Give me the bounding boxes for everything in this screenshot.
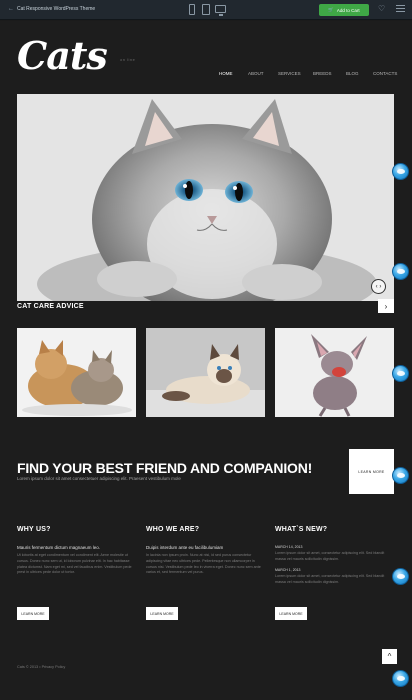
cart-icon: 🛒	[328, 7, 334, 12]
news-item[interactable]: MARCH 1, 2013 Lorem ipsum dolor sit amet…	[275, 568, 395, 585]
news-text: Lorem ipsum dolor sit amet, consectetur …	[275, 574, 385, 584]
who-we-are-column: WHO WE ARE? Duipis interdum ante eu faci…	[146, 526, 266, 620]
tablet-icon[interactable]	[202, 4, 210, 15]
preview-toolbar: ← Cat Responsive WordPress Theme 🛒 Add t…	[0, 0, 412, 20]
theme-title-text: Cat Responsive WordPress Theme	[17, 6, 96, 12]
chat-bubble-icon[interactable]	[390, 263, 410, 281]
cat-thumb-3[interactable]	[275, 328, 394, 417]
add-to-cart-button[interactable]: 🛒 Add to Cart	[319, 4, 369, 16]
theme-title[interactable]: ← Cat Responsive WordPress Theme	[8, 6, 95, 12]
news-date: MARCH 1, 2013	[275, 568, 301, 573]
chat-bubble-icon[interactable]	[390, 568, 410, 586]
slider-arrows-label: ‹ ›	[375, 283, 382, 290]
site-tagline: on line	[120, 57, 136, 62]
who-we-are-title: WHO WE ARE?	[146, 526, 200, 533]
promo-title: FIND YOUR BEST FRIEND AND COMPANION!	[17, 460, 313, 476]
back-to-top-button[interactable]: ^	[382, 649, 397, 664]
site-logo[interactable]: Cats	[17, 33, 108, 78]
why-us-lead: Mauris fermentum dictum magnaeum leo.	[17, 545, 101, 550]
advice-next-button[interactable]: ›	[378, 299, 394, 313]
chat-bubble-icon[interactable]	[390, 365, 410, 383]
chat-bubble-icon[interactable]	[390, 163, 410, 181]
who-we-are-lead: Duipis interdum ante eu facilibulumiam	[146, 545, 224, 550]
heart-icon[interactable]: ♡	[378, 4, 385, 13]
why-us-column: WHY US? Mauris fermentum dictum magnaeum…	[17, 526, 137, 620]
nav-about[interactable]: ABOUT	[248, 71, 264, 76]
who-we-are-body: In lacinia non ipsum proin. Nunc at nisi…	[146, 553, 261, 575]
whats-new-title: WHAT`S NEW?	[275, 526, 328, 533]
whats-new-column: WHAT`S NEW? MARCH 14, 2013 Lorem ipsum d…	[275, 526, 395, 620]
cat-thumb-2[interactable]	[146, 328, 265, 417]
news-text: Lorem ipsum dolor sit amet, consectetur …	[275, 551, 385, 561]
nav-blog[interactable]: BLOG	[346, 71, 359, 76]
nav-breeds[interactable]: BREEDS	[313, 71, 332, 76]
why-us-learn-more-button[interactable]: LEARN MORE	[17, 607, 49, 620]
nav-services[interactable]: SERVICES	[278, 71, 301, 76]
nav-contacts[interactable]: CONTACTS	[373, 71, 397, 76]
add-to-cart-label: Add to Cart	[336, 7, 360, 13]
advice-section-title: CAT CARE ADVICE	[17, 303, 84, 310]
chat-bubble-icon[interactable]	[390, 670, 410, 688]
menu-icon[interactable]	[396, 5, 405, 14]
desktop-icon[interactable]	[215, 5, 226, 16]
news-item[interactable]: MARCH 14, 2013 Lorem ipsum dolor sit ame…	[275, 545, 395, 562]
phone-icon[interactable]	[189, 4, 195, 15]
who-we-are-learn-more-button[interactable]: LEARN MORE	[146, 607, 178, 620]
hero-slider-image	[17, 94, 394, 301]
cat-thumb-1[interactable]	[17, 328, 136, 417]
why-us-title: WHY US?	[17, 526, 51, 533]
chat-bubble-icon[interactable]	[390, 467, 410, 485]
slider-arrows-button[interactable]: ‹ ›	[371, 279, 386, 294]
promo-subtitle: Lorem ipsum dolor sit amet consectetuer …	[17, 476, 181, 481]
whats-new-learn-more-button[interactable]: LEARN MORE	[275, 607, 307, 620]
news-date: MARCH 14, 2013	[275, 545, 303, 549]
promo-learn-more-button[interactable]: LEARN MORE	[349, 449, 394, 494]
back-arrow-icon[interactable]: ←	[8, 6, 14, 12]
why-us-body: Ut lobortis at eget condimentum vel cond…	[17, 553, 132, 575]
nav-home[interactable]: HOME	[219, 71, 233, 76]
footer-copyright: Cats © 2013 • Privacy Policy	[17, 665, 66, 669]
